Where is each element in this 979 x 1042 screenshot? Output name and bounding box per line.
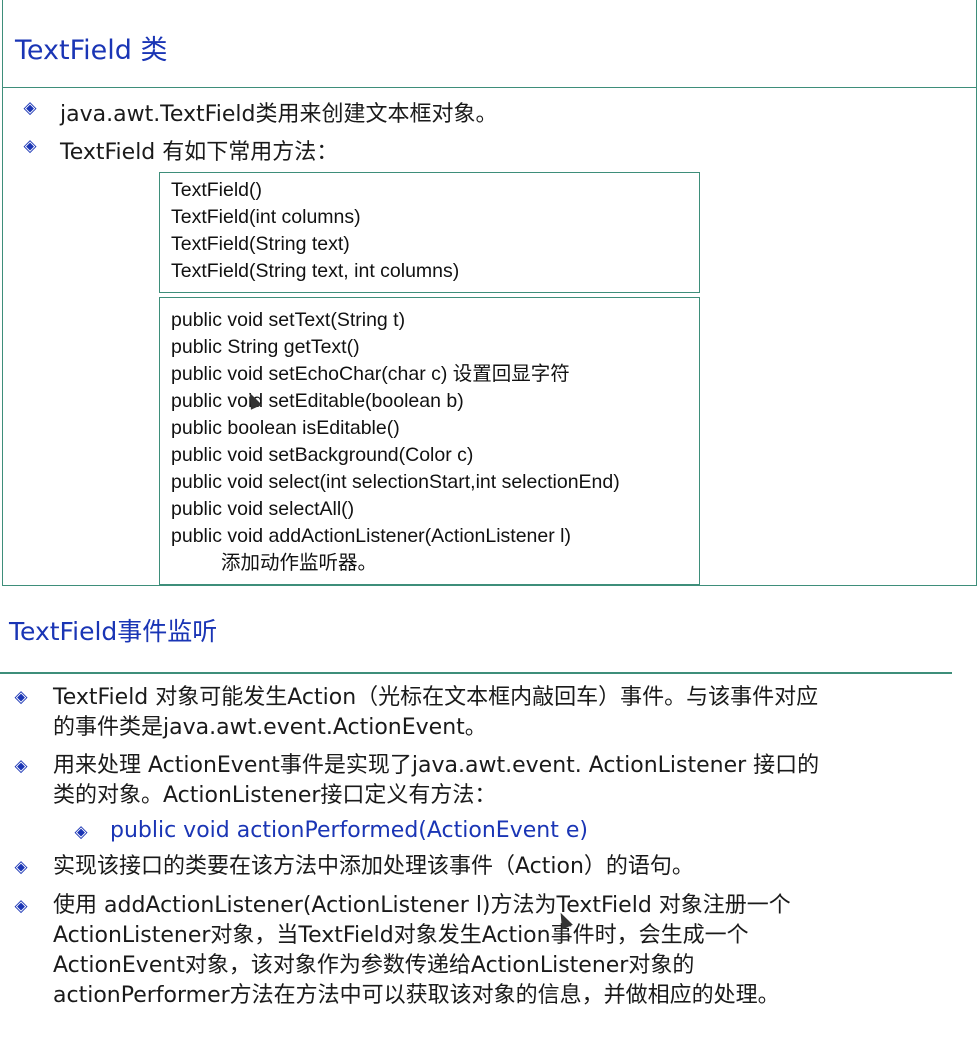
method-line: public String getText() (171, 336, 360, 358)
paragraph: 实现该接口的类要在该方法中添加处理该事件（Action）的语句。 (53, 852, 694, 882)
method-line: public void addActionListener(ActionList… (171, 525, 571, 547)
paragraph-line: 实现该接口的类要在该方法中添加处理该事件（Action）的语句。 (53, 854, 694, 879)
paragraph: 用来处理 ActionEvent事件是实现了java.awt.event. Ac… (53, 751, 819, 811)
bullet-text: TextField 有如下常用方法： (60, 140, 339, 165)
method-line: public void selectAll() (171, 498, 355, 520)
constructor-line: TextField(int columns) (171, 206, 361, 228)
method-line: public void setEchoChar(char c) 设置回显字符 (171, 363, 570, 385)
slide-title: TextField 类 (15, 35, 168, 66)
section-divider (0, 672, 952, 674)
diamond-bullet-icon: ◈ (14, 756, 28, 776)
method-line: public void setText(String t) (171, 309, 406, 331)
paragraph: TextField 对象可能发生Action（光标在文本框内敲回车）事件。与该事… (53, 683, 818, 743)
constructor-line: TextField(String text, int columns) (171, 260, 460, 282)
diamond-bullet-icon: ◈ (23, 98, 37, 118)
diamond-bullet-icon: ◈ (14, 896, 28, 916)
diamond-bullet-icon: ◈ (14, 857, 28, 877)
constructor-line: TextField() (171, 179, 263, 201)
method-note: 添加动作监听器。 (221, 552, 378, 574)
diamond-bullet-icon: ◈ (23, 136, 37, 156)
diamond-bullet-icon: ◈ (14, 687, 28, 707)
section-title: TextField事件监听 (9, 617, 218, 646)
method-line: public void setBackground(Color c) (171, 444, 474, 466)
diamond-bullet-icon: ◈ (74, 822, 88, 842)
paragraph-line: ActionListener对象，当TextField对象发生Action事件时… (53, 923, 749, 948)
paragraph-line: actionPerformer方法在方法中可以获取该对象的信息，并做相应的处理。 (53, 983, 780, 1008)
paragraph-line: TextField 对象可能发生Action（光标在文本框内敲回车）事件。与该事… (53, 685, 819, 710)
paragraph: 使用 addActionListener(ActionListener l)方法… (53, 891, 791, 1011)
bullet-text: java.awt.TextField类用来创建文本框对象。 (60, 102, 498, 127)
method-signature: public void actionPerformed(ActionEvent … (110, 818, 588, 843)
methods-box: public void setText(String t) public Str… (159, 297, 700, 585)
paragraph-line: 用来处理 ActionEvent事件是实现了java.awt.event. Ac… (53, 753, 820, 778)
paragraph-line: 类的对象。ActionListener接口定义有方法： (53, 783, 497, 808)
method-line: public void select(int selectionStart,in… (171, 471, 620, 493)
paragraph-line: 的事件类是java.awt.event.ActionEvent。 (53, 715, 487, 740)
paragraph-line: ActionEvent对象，该对象作为参数传递给ActionListener对象… (53, 953, 695, 978)
method-line: public boolean isEditable() (171, 417, 400, 439)
sub-bullet: public void actionPerformed(ActionEvent … (110, 816, 588, 846)
constructors-box: TextField() TextField(int columns) TextF… (159, 172, 700, 293)
slide-textfield-class: TextField 类 ◈ java.awt.TextField类用来创建文本框… (2, 0, 977, 586)
constructor-line: TextField(String text) (171, 233, 350, 255)
title-bar: TextField 类 (3, 0, 976, 88)
paragraph-line: 使用 addActionListener(ActionListener l)方法… (53, 893, 791, 918)
